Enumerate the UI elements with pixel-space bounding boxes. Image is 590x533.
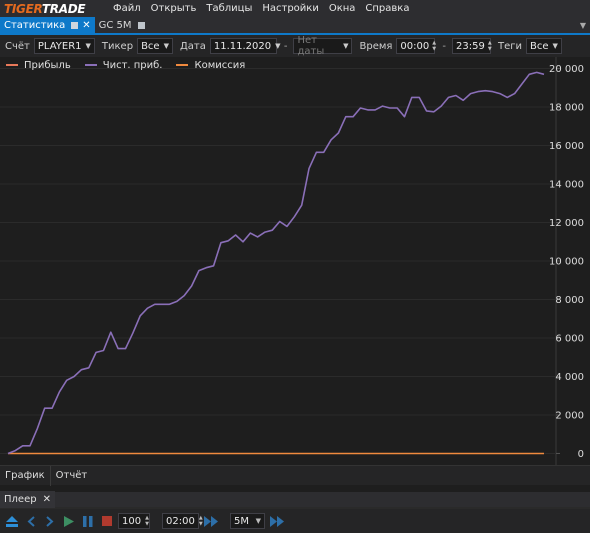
speed-input[interactable]: 100 ▲ ▼ <box>118 513 150 529</box>
y-tick-label: 16 000 <box>549 141 584 152</box>
spinner-icon: ▲ ▼ <box>145 515 149 527</box>
tab-report[interactable]: Отчёт <box>49 465 93 486</box>
pin-icon[interactable] <box>137 21 145 29</box>
menu-bar: TIGERTRADE Файл Открыть Таблицы Настройк… <box>0 0 590 17</box>
clock-icon <box>153 513 159 529</box>
chart-panel: 0 2 000 4 000 6 000 8 000 10 000 12 000 14 000 1… <box>0 57 590 465</box>
time-input[interactable]: 02:00 ▲ ▼ <box>162 513 203 529</box>
tags-select[interactable]: Все ▼ <box>526 38 562 54</box>
legend-swatch <box>6 64 18 66</box>
time-separator: - <box>442 40 447 52</box>
menu-settings[interactable]: Настройки <box>257 0 323 17</box>
y-tick-label: 18 000 <box>549 103 584 114</box>
document-tabs: Статистика ✕ GC 5M ▼ <box>0 17 590 35</box>
tab-player[interactable]: Плеер ✕ <box>0 491 55 508</box>
legend-item-net-profit[interactable]: Чист. приб. <box>84 60 162 71</box>
close-icon[interactable]: ✕ <box>82 20 90 31</box>
tags-label: Теги <box>498 40 523 52</box>
y-tick-label: 10 000 <box>549 257 584 268</box>
y-tick-label: 0 <box>578 449 584 460</box>
account-select[interactable]: PLAYER1 ▼ <box>33 38 95 54</box>
chevron-down-icon: ▼ <box>275 42 281 50</box>
series-line-net-profit <box>7 71 545 455</box>
pause-icon[interactable] <box>80 513 96 529</box>
y-tick-label: 12 000 <box>549 218 584 229</box>
y-tick-label: 14 000 <box>549 180 584 191</box>
menu-help[interactable]: Справка <box>360 0 414 17</box>
spinner-icon: ▲ ▼ <box>432 40 437 52</box>
y-tick-label: 2 000 <box>555 410 584 421</box>
close-icon[interactable]: ✕ <box>43 494 51 505</box>
fast-forward-icon[interactable] <box>202 513 220 529</box>
tab-statistics[interactable]: Статистика ✕ <box>0 17 95 33</box>
app-logo: TIGERTRADE <box>4 1 86 16</box>
player-toolbar: 100 ▲ ▼ 02:00 ▲ ▼ 5M ▼ <box>0 509 590 533</box>
legend-swatch <box>176 64 189 66</box>
tab-overflow-icon[interactable]: ▼ <box>576 17 590 33</box>
step-back-icon[interactable] <box>23 513 39 529</box>
pnl-chart: 0 2 000 4 000 6 000 8 000 10 000 12 000 14 000 1… <box>0 57 584 465</box>
chevron-down-icon: ▼ <box>552 42 558 50</box>
y-tick-label: 4 000 <box>555 372 584 383</box>
pin-icon[interactable] <box>71 21 79 29</box>
eject-icon[interactable] <box>4 513 20 529</box>
account-label: Счёт <box>5 40 30 52</box>
legend-item-commission[interactable]: Комиссия <box>176 60 245 71</box>
play-icon[interactable] <box>61 513 77 529</box>
spinner-icon: ▲ ▼ <box>487 40 492 52</box>
tab-gc-5m[interactable]: GC 5M <box>95 17 149 33</box>
filter-bar: Счёт PLAYER1 ▼ Тикер Все ▼ Дата 11.11.2020… <box>0 35 590 57</box>
chevron-down-icon: ▼ <box>255 517 261 525</box>
y-tick-label: 8 000 <box>555 295 584 306</box>
menu-open[interactable]: Открыть <box>146 0 202 17</box>
date-separator: - <box>283 40 288 52</box>
skip-forward-icon[interactable] <box>268 513 286 529</box>
legend-swatch <box>84 64 97 66</box>
tab-label: Статистика <box>4 19 66 31</box>
time-from-input[interactable]: 00:00 ▲ ▼ <box>396 38 437 54</box>
time-to-input[interactable]: 23:59 ▲ ▼ <box>452 38 492 54</box>
step-forward-icon[interactable] <box>42 513 58 529</box>
menu-tables[interactable]: Таблицы <box>201 0 257 17</box>
menu-file[interactable]: Файл <box>108 0 146 17</box>
player-panel-tabs: Плеер ✕ <box>0 491 590 509</box>
y-tick-label: 20 000 <box>549 64 584 75</box>
date-to-picker[interactable]: Нет даты ▼ <box>293 35 353 57</box>
chevron-down-icon: ▼ <box>163 42 169 50</box>
time-label: Время <box>359 40 393 52</box>
chevron-down-icon: ▼ <box>85 42 91 50</box>
view-tabs: График Отчёт <box>0 465 590 486</box>
chevron-down-icon: ▼ <box>343 42 349 50</box>
ticker-label: Тикер <box>101 40 134 52</box>
tab-label: Плеер <box>4 494 37 505</box>
ticker-select[interactable]: Все ▼ <box>137 38 173 54</box>
y-tick-label: 6 000 <box>555 333 584 344</box>
tab-chart[interactable]: График <box>0 466 50 486</box>
timeframe-select[interactable]: 5M ▼ <box>230 513 265 529</box>
tab-label: GC 5M <box>98 19 132 31</box>
chart-legend: Прибыль Чист. приб. Комиссия <box>6 58 259 72</box>
date-label: Дата <box>179 40 206 52</box>
legend-item-profit[interactable]: Прибыль <box>6 60 71 71</box>
date-from-picker[interactable]: 11.11.2020 ▼ <box>209 38 281 54</box>
stop-icon[interactable] <box>99 513 115 529</box>
menu-windows[interactable]: Окна <box>324 0 361 17</box>
